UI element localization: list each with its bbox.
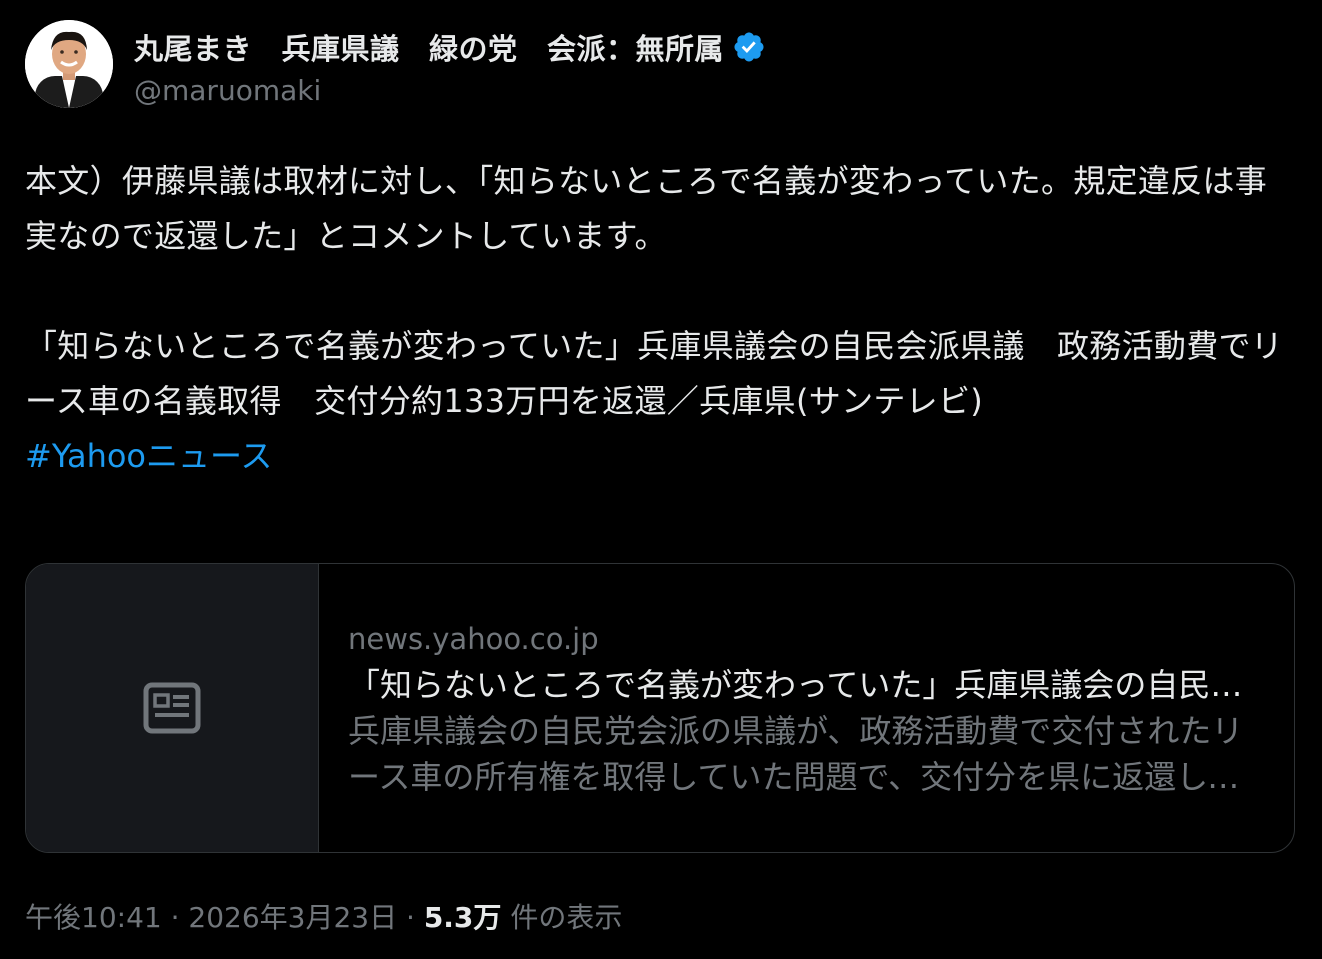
link-card-thumbnail xyxy=(26,564,319,852)
author-identity: 丸尾まき 兵庫県議 緑の党 会派：無所属 @maruomaki xyxy=(134,22,766,107)
avatar-photo-icon xyxy=(25,20,113,108)
link-card-description: 兵庫県議会の自民党会派の県議が、政務活動費で交付されたリース車の所有権を取得して… xyxy=(348,712,1244,796)
link-card[interactable]: news.yahoo.co.jp 「知らないところで名義が変わっていた」兵庫県議… xyxy=(25,563,1295,853)
meta-separator: · xyxy=(397,901,424,934)
post-text: 本文）伊藤県議は取材に対し、「知らないところで名義が変わっていた。規定違反は事実… xyxy=(25,162,1284,420)
post-header: 丸尾まき 兵庫県議 緑の党 会派：無所属 @maruomaki xyxy=(25,18,1297,110)
link-card-domain: news.yahoo.co.jp xyxy=(348,622,599,656)
post-time[interactable]: 午後10:41 xyxy=(25,901,162,934)
hashtag-link[interactable]: #Yahooニュース xyxy=(25,429,272,484)
news-article-icon xyxy=(143,682,201,734)
views-count: 5.3万 xyxy=(423,901,502,934)
avatar[interactable] xyxy=(25,20,113,108)
link-card-title: 「知らないところで名義が変わっていた」兵庫県議会の自民会派県議 政務活動費でリー… xyxy=(348,666,1253,704)
views-label: 件の表示 xyxy=(501,901,623,934)
meta-separator: · xyxy=(161,901,189,934)
author-display-name[interactable]: 丸尾まき 兵庫県議 緑の党 会派：無所属 xyxy=(134,26,724,68)
post-date[interactable]: 2026年3月23日 xyxy=(188,901,397,934)
name-row: 丸尾まき 兵庫県議 緑の党 会派：無所属 xyxy=(134,22,766,72)
author-handle[interactable]: @maruomaki xyxy=(134,74,766,107)
post-meta: 午後10:41 · 2026年3月23日 · 5.3万 件の表示 xyxy=(25,896,622,936)
verified-badge-icon[interactable] xyxy=(732,30,766,64)
link-card-body: news.yahoo.co.jp 「知らないところで名義が変わっていた」兵庫県議… xyxy=(319,564,1268,852)
post: 丸尾まき 兵庫県議 緑の党 会派：無所属 @maruomaki 本文）伊藤県議は… xyxy=(25,18,1297,934)
